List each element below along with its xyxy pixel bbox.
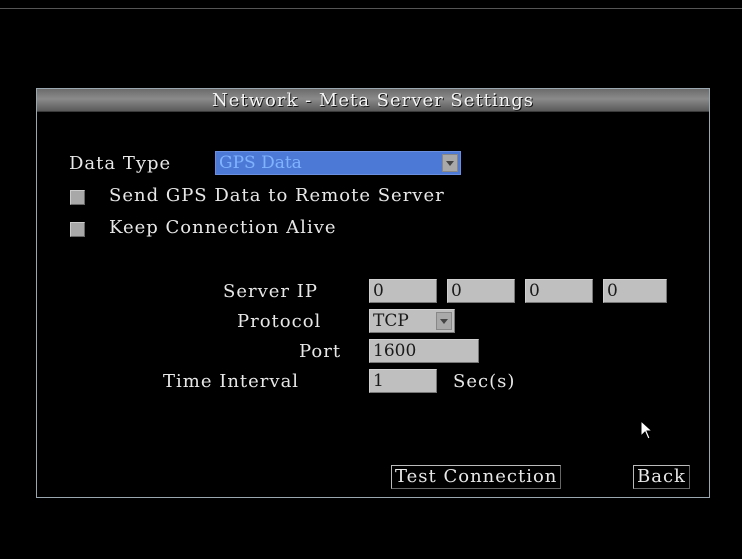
data-type-label: Data Type [69, 153, 172, 174]
dialog-titlebar: Network - Meta Server Settings [37, 89, 709, 112]
send-gps-data-label: Send GPS Data to Remote Server [109, 185, 445, 206]
server-ip-octet-2[interactable]: 0 [447, 279, 515, 303]
time-interval-unit: Sec(s) [453, 371, 516, 392]
chevron-down-icon[interactable] [442, 154, 458, 172]
chevron-down-icon[interactable] [436, 312, 452, 330]
back-button[interactable]: Back [633, 465, 690, 489]
protocol-label: Protocol [237, 311, 322, 332]
port-label: Port [299, 341, 342, 362]
send-gps-data-checkbox[interactable] [70, 190, 85, 205]
port-input[interactable]: 1600 [369, 339, 479, 363]
mouse-pointer-icon [640, 420, 654, 440]
protocol-select[interactable]: TCP [369, 309, 455, 333]
protocol-value: TCP [373, 311, 409, 331]
time-interval-label: Time Interval [163, 371, 300, 392]
dialog-title: Network - Meta Server Settings [212, 90, 534, 111]
top-divider [0, 8, 742, 9]
data-type-value: GPS Data [219, 153, 302, 173]
meta-server-settings-dialog: Network - Meta Server Settings Data Type… [36, 88, 710, 498]
server-ip-label: Server IP [223, 281, 318, 302]
server-ip-octet-4[interactable]: 0 [603, 279, 667, 303]
test-connection-button[interactable]: Test Connection [391, 465, 562, 489]
server-ip-octet-3[interactable]: 0 [525, 279, 593, 303]
keep-connection-alive-checkbox[interactable] [70, 222, 85, 237]
keep-connection-alive-label: Keep Connection Alive [109, 217, 337, 238]
time-interval-input[interactable]: 1 [369, 369, 437, 393]
server-ip-octet-1[interactable]: 0 [369, 279, 437, 303]
data-type-select[interactable]: GPS Data [215, 151, 461, 175]
